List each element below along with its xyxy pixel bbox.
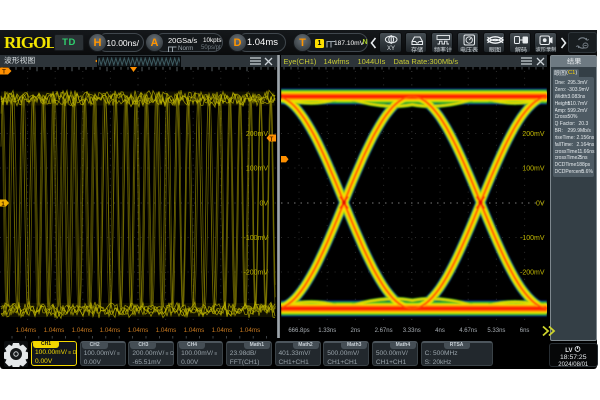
svg-text:-200mV: -200mV <box>243 270 268 277</box>
svg-text:2.67ns: 2.67ns <box>374 328 392 334</box>
svg-text:1.33ns: 1.33ns <box>318 328 336 334</box>
svg-text:-200mV: -200mV <box>519 270 544 277</box>
svg-text:200mV: 200mV <box>246 131 269 138</box>
svg-text:1.04ms: 1.04ms <box>100 327 121 334</box>
svg-text:1.04ms: 1.04ms <box>156 327 177 334</box>
svg-text:5.33ns: 5.33ns <box>487 328 505 334</box>
svg-text:100mV: 100mV <box>246 166 269 173</box>
svg-text:0V: 0V <box>535 201 544 208</box>
svg-text:3.33ns: 3.33ns <box>402 328 420 334</box>
svg-text:100mV: 100mV <box>522 166 545 173</box>
svg-text:4.67ns: 4.67ns <box>459 328 477 334</box>
svg-text:-100mV: -100mV <box>243 235 268 242</box>
svg-text:4ns: 4ns <box>435 328 445 334</box>
svg-text:200mV: 200mV <box>522 131 545 138</box>
svg-text:-100mV: -100mV <box>519 235 544 242</box>
svg-text:1.04ms: 1.04ms <box>128 327 149 334</box>
svg-text:1.04ms: 1.04ms <box>72 327 93 334</box>
svg-text:2ns: 2ns <box>350 328 360 334</box>
svg-text:T: T <box>2 70 6 76</box>
svg-text:6ns: 6ns <box>519 328 529 334</box>
svg-text:1.04ms: 1.04ms <box>240 327 261 334</box>
svg-text:1.04ms: 1.04ms <box>44 327 65 334</box>
svg-text:1.04ms: 1.04ms <box>212 327 233 334</box>
svg-text:1.04ms: 1.04ms <box>16 327 37 334</box>
svg-text:0V: 0V <box>259 201 268 208</box>
svg-text:T: T <box>270 137 274 143</box>
svg-text:666.8ps: 666.8ps <box>288 328 309 334</box>
svg-text:1.04ms: 1.04ms <box>184 327 205 334</box>
